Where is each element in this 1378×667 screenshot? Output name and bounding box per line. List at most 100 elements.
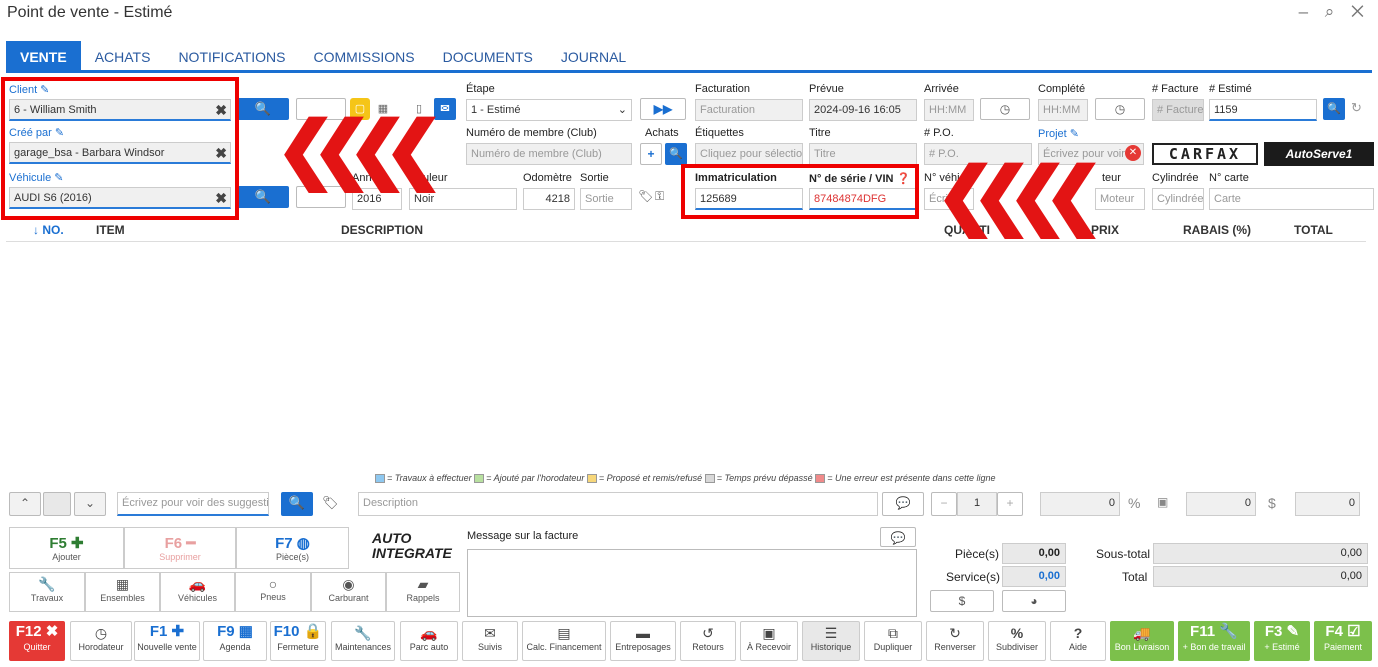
estime-button[interactable]: F3 ✎ + Estimé	[1254, 621, 1310, 661]
dollar-icon[interactable]: $	[1268, 495, 1276, 511]
description-input[interactable]: Description	[358, 492, 878, 516]
membre-field[interactable]: Numéro de membre (Club)	[466, 143, 632, 165]
line-total-field[interactable]: 0	[1295, 492, 1360, 516]
tag-icon[interactable]: 🏷	[638, 189, 653, 203]
horodateur-button[interactable]: ◷ Horodateur	[70, 621, 132, 661]
bon-travail-button[interactable]: F11 🔧 + Bon de travail	[1178, 621, 1250, 661]
cylindree-field[interactable]: Cylindrée	[1152, 188, 1204, 210]
chevron-down-icon[interactable]: ⌄	[74, 492, 106, 516]
tab-vente[interactable]: VENTE	[6, 41, 81, 70]
category-carburant[interactable]: ◉ Carburant	[311, 572, 386, 612]
item-select[interactable]	[43, 492, 71, 516]
plus-button[interactable]: +	[997, 492, 1023, 516]
close-icon[interactable]: ✕	[1125, 145, 1141, 161]
delete-item-button[interactable]: F6 ━ Supprimer	[124, 527, 236, 569]
category-travaux[interactable]: 🔧 Travaux	[9, 572, 85, 612]
quantity-field[interactable]: 1	[957, 492, 997, 516]
agenda-button[interactable]: F9 ▦ Agenda	[203, 621, 267, 661]
category-pneus[interactable]: ○ Pneus	[235, 572, 311, 612]
prevue-field[interactable]: 2024-09-16 16:05	[809, 99, 917, 121]
comment-icon[interactable]: 💬	[882, 492, 924, 516]
arrivee-field[interactable]: HH:MM	[924, 99, 974, 121]
pieces-label: Pièce(s)	[955, 547, 1000, 561]
etape-label: Étape	[466, 83, 495, 95]
parts-button[interactable]: F7 ◍ Pièce(s)	[236, 527, 349, 569]
money-icon[interactable]: ▣	[1157, 495, 1168, 509]
suivis-button[interactable]: ✉ Suivis	[462, 621, 518, 661]
quit-button[interactable]: F12 ✖ Quitter	[9, 621, 65, 661]
subdiviser-button[interactable]: % Subdiviser	[988, 621, 1046, 661]
carte-field[interactable]: Carte	[1209, 188, 1374, 210]
renverser-button[interactable]: ↻ Renverser	[926, 621, 984, 661]
add-item-button[interactable]: F5 ✚ Ajouter	[9, 527, 124, 569]
new-sale-button[interactable]: F1 ✚ Nouvelle vente	[134, 621, 200, 661]
tab-documents[interactable]: DOCUMENTS	[429, 41, 547, 70]
item-search-input[interactable]: Écrivez pour voir des suggestion	[117, 492, 269, 516]
search-icon[interactable]: 🔍	[665, 143, 687, 165]
fermeture-button[interactable]: F10 🔒 Fermeture	[270, 621, 326, 661]
comment-icon[interactable]: 💬	[880, 527, 916, 547]
email-icon[interactable]: ✉	[434, 98, 456, 120]
price-field[interactable]: 0	[1040, 492, 1120, 516]
tab-commissions[interactable]: COMMISSIONS	[300, 41, 429, 70]
titre-field[interactable]: Titre	[809, 143, 917, 165]
dupliquer-button[interactable]: ⧉ Dupliquer	[864, 621, 922, 661]
maintenances-button[interactable]: 🔧 Maintenances	[331, 621, 395, 661]
category-rappels[interactable]: ▰ Rappels	[386, 572, 460, 612]
odometre-field[interactable]: 4218	[523, 188, 575, 210]
aide-button[interactable]: ? Aide	[1050, 621, 1106, 661]
achats-label: Achats	[645, 127, 679, 139]
facturation-field[interactable]: Facturation	[695, 99, 803, 121]
moteur-field[interactable]: Moteur	[1095, 188, 1145, 210]
annee-field[interactable]: 2016	[352, 188, 402, 210]
key-icon[interactable]: ⚿	[655, 189, 664, 204]
autointegrate-logo[interactable]: AUTO INTEGRATE	[352, 527, 460, 569]
sortie-field[interactable]: Sortie	[580, 188, 632, 210]
retours-button[interactable]: ↺ Retours	[680, 621, 736, 661]
category-ensembles[interactable]: ▦ Ensembles	[85, 572, 160, 612]
add-icon[interactable]: +	[640, 143, 662, 165]
carfax-logo[interactable]: CARFAX	[1152, 143, 1258, 165]
chevron-down-icon: ⌄	[617, 104, 627, 116]
complete-field[interactable]: HH:MM	[1038, 99, 1088, 121]
a-recevoir-button[interactable]: ▣ À Recevoir	[740, 621, 798, 661]
discount-field[interactable]: 0	[1186, 492, 1256, 516]
tab-notifications[interactable]: NOTIFICATIONS	[164, 41, 299, 70]
financement-button[interactable]: ▤ Calc. Financement	[522, 621, 606, 661]
facture-no-field[interactable]: # Facture	[1152, 99, 1204, 121]
minus-button[interactable]: −	[931, 492, 957, 516]
clock-icon[interactable]: ◷	[980, 98, 1030, 120]
search-icon[interactable]: 🔍	[1323, 98, 1345, 120]
col-description[interactable]: DESCRIPTION	[341, 223, 423, 237]
tag-icon[interactable]: 🏷	[322, 495, 339, 511]
clock-icon[interactable]: ◷	[1095, 98, 1145, 120]
tab-journal[interactable]: JOURNAL	[547, 41, 640, 70]
category-vehicules[interactable]: 🚗 Véhicules	[160, 572, 235, 612]
window-controls[interactable]: – ⌕ ✕	[1299, 2, 1370, 22]
paiement-button[interactable]: F4 ☑ Paiement	[1314, 621, 1372, 661]
historique-button[interactable]: ☰ Historique	[802, 621, 860, 661]
parc-auto-button[interactable]: 🚗 Parc auto	[400, 621, 458, 661]
bon-livraison-button[interactable]: 🚚 Bon Livraison	[1110, 621, 1174, 661]
soustotal-value: 0,00	[1153, 543, 1368, 564]
dollar-icon[interactable]: $	[930, 590, 994, 612]
estime-no-field[interactable]: 1159	[1209, 99, 1317, 121]
chevron-up-icon[interactable]: ⌃	[9, 492, 41, 516]
etiquettes-field[interactable]: Cliquez pour sélection	[695, 143, 803, 165]
col-item[interactable]: ITEM	[96, 223, 125, 237]
search-icon[interactable]: 🔍	[281, 492, 313, 516]
autoserve-logo[interactable]: AutoServe1	[1264, 142, 1374, 166]
col-rabais[interactable]: RABAIS (%)	[1183, 223, 1251, 237]
col-prix[interactable]: PRIX	[1091, 223, 1119, 237]
message-textarea[interactable]	[467, 549, 917, 617]
col-total[interactable]: TOTAL	[1294, 223, 1333, 237]
next-step-button[interactable]: ▶▶	[640, 98, 686, 120]
etape-select[interactable]: 1 - Estimé ⌄	[466, 99, 632, 121]
couleur-field[interactable]: Noir	[409, 188, 517, 210]
percent-icon[interactable]: %	[1128, 495, 1140, 511]
col-no[interactable]: ↓ NO.	[33, 223, 64, 237]
entreposages-button[interactable]: ▬ Entreposages	[610, 621, 676, 661]
tab-achats[interactable]: ACHATS	[81, 41, 165, 70]
refresh-icon[interactable]: ↻	[1351, 100, 1362, 116]
pie-chart-icon[interactable]: ◕	[1002, 590, 1066, 612]
